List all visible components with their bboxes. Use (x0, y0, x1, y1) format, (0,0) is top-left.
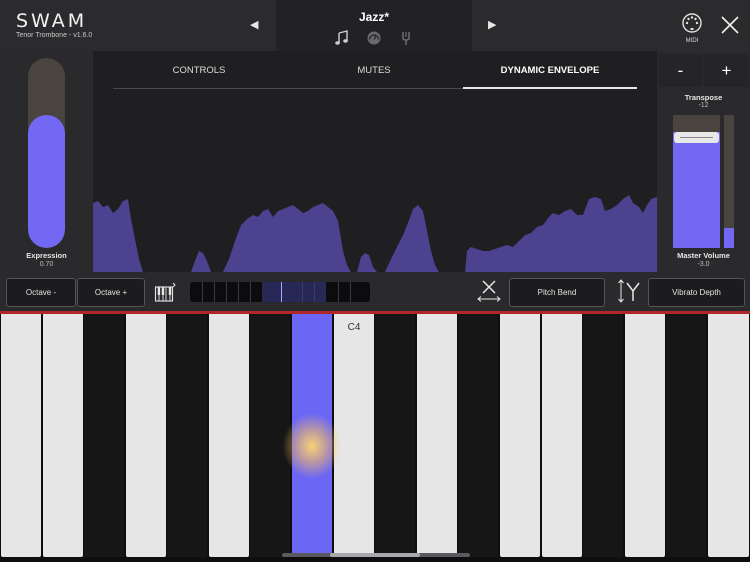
white-key-c4[interactable] (334, 314, 374, 557)
vibrato-axis-icon[interactable] (616, 278, 642, 304)
white-key[interactable] (1, 314, 41, 557)
center-panel: CONTROLS MUTES DYNAMIC ENVELOPE (93, 51, 657, 272)
vibrato-depth-button[interactable]: Vibrato Depth (648, 278, 745, 307)
tab-mutes[interactable]: MUTES (289, 65, 459, 76)
note-label-c4: C4 (347, 322, 361, 333)
octave-plus-button[interactable]: Octave + (77, 278, 145, 307)
keyboard-scrollbar[interactable] (282, 553, 470, 557)
midi-label: MIDI (685, 38, 699, 44)
expression-slider[interactable] (28, 58, 65, 248)
range-tick (238, 282, 239, 302)
close-icon[interactable] (718, 13, 742, 37)
range-tick (350, 282, 351, 302)
white-key[interactable] (708, 314, 749, 557)
preset-icon-group (334, 30, 414, 46)
range-tick (202, 282, 203, 302)
midi-icon (682, 13, 702, 33)
range-tick (314, 282, 315, 302)
tab-dynamic-envelope[interactable]: DYNAMIC ENVELOPE (463, 65, 637, 76)
pitch-bend-button[interactable]: Pitch Bend (509, 278, 605, 307)
black-key[interactable] (666, 314, 706, 557)
master-volume-value: -3.0 (697, 261, 710, 268)
black-key[interactable] (583, 314, 623, 557)
white-key[interactable] (542, 314, 582, 557)
master-volume-fill (673, 132, 720, 248)
touch-indicator (283, 414, 341, 478)
expression-value: 0.70 (39, 261, 54, 268)
active-tab-indicator (463, 87, 637, 89)
previous-preset-button[interactable]: ◀ (250, 18, 258, 31)
white-key[interactable] (126, 314, 166, 557)
transpose-minus-button[interactable]: - (658, 54, 703, 87)
white-key[interactable] (417, 314, 457, 557)
app-logo: SWAM (16, 10, 88, 32)
transpose-value: -12 (698, 102, 709, 109)
midi-button[interactable]: MIDI (678, 12, 706, 48)
keyboard-scrollbar-thumb[interactable] (330, 553, 420, 557)
white-key[interactable] (625, 314, 665, 557)
pitch-bend-axis-icon[interactable] (476, 278, 502, 304)
dynamic-envelope-graph (93, 195, 657, 272)
right-panel: - + Transpose -12 Master Volume -3.0 (657, 51, 750, 272)
transpose-label: Transpose (684, 93, 723, 102)
next-preset-button[interactable]: ▶ (488, 18, 496, 31)
tab-controls[interactable]: CONTROLS (113, 65, 285, 76)
output-level-meter (724, 115, 734, 248)
range-tick (250, 282, 251, 302)
black-key[interactable] (458, 314, 498, 557)
expression-slider-fill (28, 115, 65, 248)
instrument-version: Tenor Trombone - v1.6.0 (16, 32, 93, 39)
range-tick (226, 282, 227, 302)
black-key[interactable] (375, 314, 415, 557)
control-bar: Octave - Octave + Pitch Bend Vibrato Dep… (0, 272, 750, 311)
keyboard-range-strip[interactable] (190, 282, 370, 302)
master-volume-label: Master Volume (677, 251, 730, 260)
keyboard-icon[interactable] (154, 281, 176, 303)
octave-minus-button[interactable]: Octave - (6, 278, 76, 307)
master-volume-handle[interactable] (674, 132, 719, 143)
expression-label: Expression (26, 251, 67, 260)
preset-name[interactable]: Jazz* (276, 10, 472, 24)
music-note-icon[interactable] (334, 30, 350, 46)
range-tick (338, 282, 339, 302)
gauge-icon[interactable] (366, 30, 382, 46)
expression-panel: Expression 0.70 (0, 51, 93, 272)
piano-keyboard: C4 (0, 314, 750, 562)
envelope-area (93, 195, 657, 272)
white-key[interactable] (43, 314, 83, 557)
white-key[interactable] (209, 314, 249, 557)
range-tick (302, 282, 303, 302)
visible-range-window[interactable] (262, 282, 326, 302)
master-volume-fader[interactable] (673, 115, 720, 248)
tuning-fork-icon[interactable] (398, 30, 414, 46)
output-level-fill (724, 228, 734, 248)
transpose-plus-button[interactable]: + (704, 54, 749, 87)
white-key[interactable] (500, 314, 540, 557)
preset-panel: Jazz* (276, 0, 472, 51)
range-position-marker (281, 282, 282, 302)
black-key[interactable] (167, 314, 207, 557)
black-key[interactable] (84, 314, 124, 557)
top-bar: SWAM Tenor Trombone - v1.6.0 ◀ Jazz* ▶ M… (0, 0, 750, 51)
range-tick (214, 282, 215, 302)
